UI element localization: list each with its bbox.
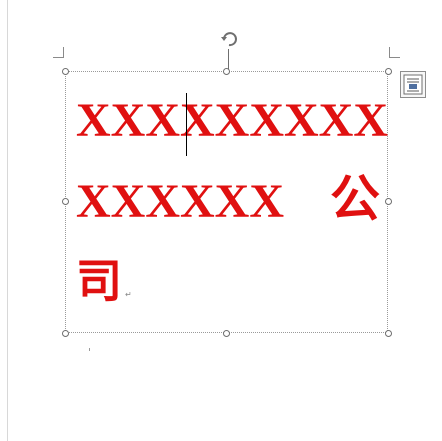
text-line-3-cjk: 司 xyxy=(76,256,122,307)
resize-handle-top-right[interactable] xyxy=(385,68,392,75)
text-line-1: XXXXXXXXX xyxy=(76,94,388,147)
layout-options-button[interactable] xyxy=(400,71,426,98)
text-line-2: XXXXXX xyxy=(76,175,284,228)
resize-handle-bottom-left[interactable] xyxy=(62,330,69,337)
anchor-marker xyxy=(89,348,90,351)
resize-handle-top-left[interactable] xyxy=(62,68,69,75)
page-edge xyxy=(7,0,8,441)
text-cursor xyxy=(186,93,187,156)
rotate-handle-icon[interactable] xyxy=(218,28,240,50)
resize-handle-top-center[interactable] xyxy=(223,68,230,75)
margin-corner-top-left xyxy=(53,47,64,58)
margin-corner-top-right xyxy=(389,47,400,58)
text-line-2-cjk: 公 xyxy=(330,171,380,227)
resize-handle-bottom-center[interactable] xyxy=(223,330,230,337)
layout-options-icon xyxy=(403,74,423,95)
resize-handle-middle-left[interactable] xyxy=(62,198,69,205)
resize-handle-middle-right[interactable] xyxy=(385,198,392,205)
paragraph-mark: ↵ xyxy=(125,290,132,299)
rotation-connector xyxy=(228,49,229,69)
resize-handle-bottom-right[interactable] xyxy=(385,330,392,337)
